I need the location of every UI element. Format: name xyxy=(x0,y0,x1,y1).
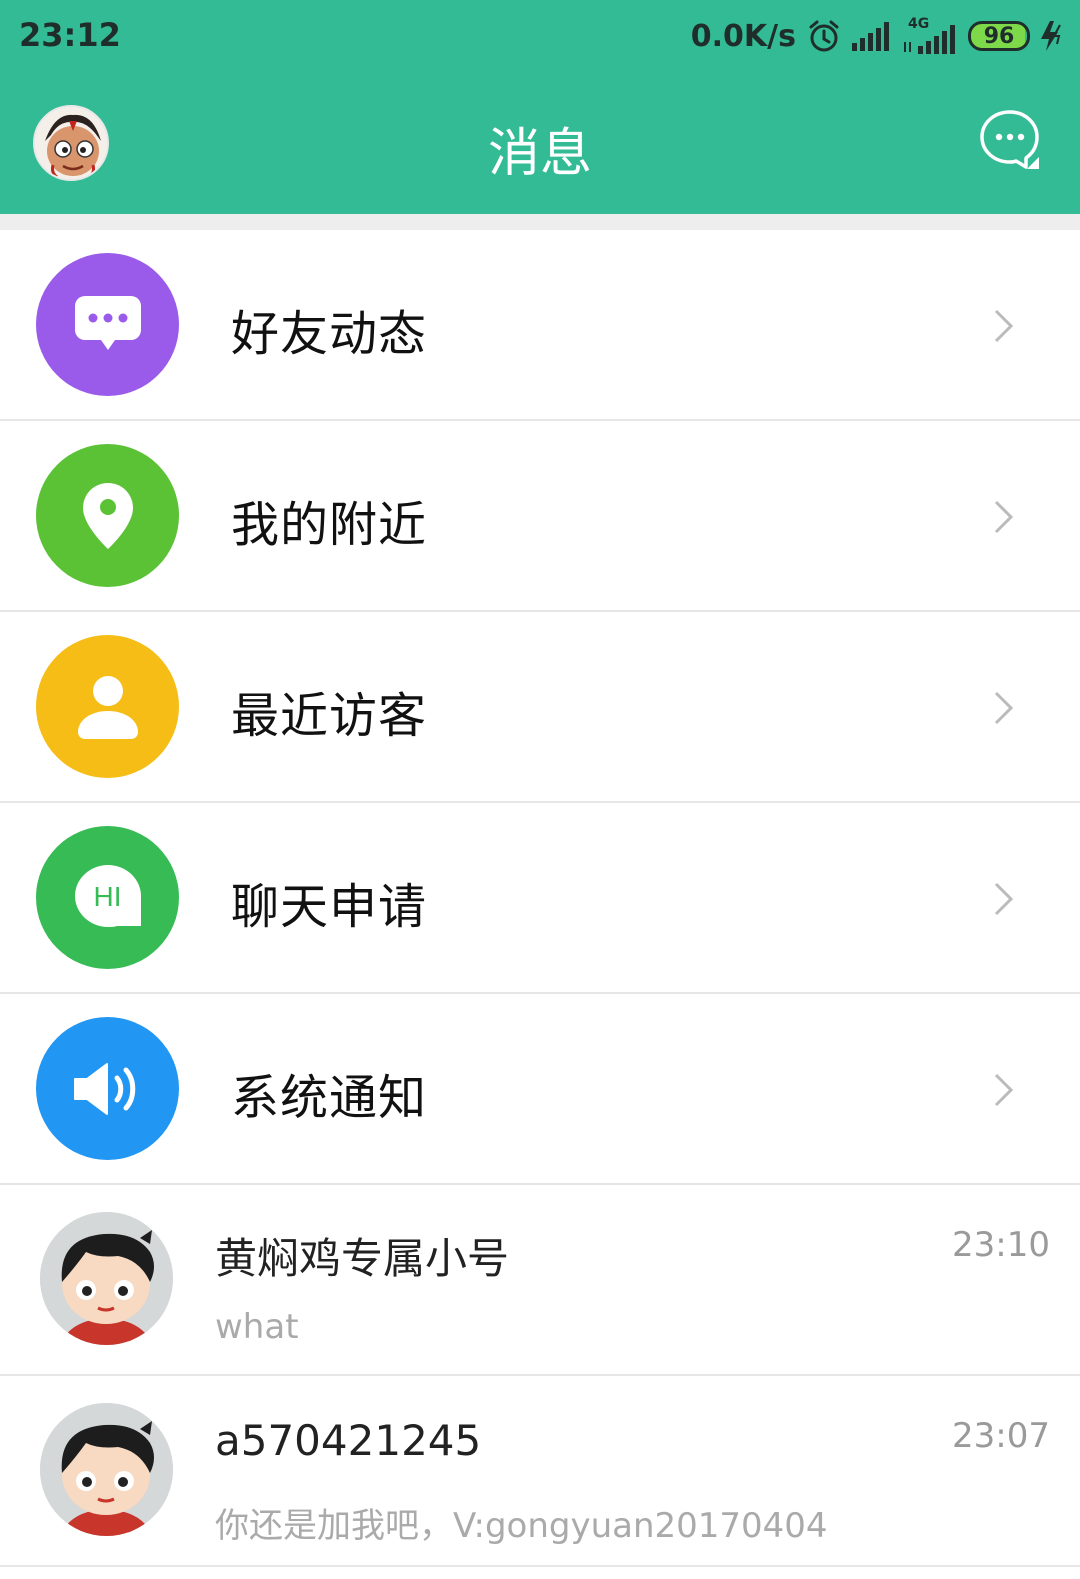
last-message: what xyxy=(215,1307,299,1347)
net-speed: 0.0K/s xyxy=(690,18,796,54)
chevron-right-icon xyxy=(994,500,1014,534)
app-header: 消息 xyxy=(0,74,1080,214)
contact-avatar xyxy=(40,1212,173,1345)
menu-item-friend-feed[interactable]: 好友动态 xyxy=(0,230,1080,421)
hi-bubble-icon: HI xyxy=(36,826,179,969)
charging-icon xyxy=(1041,21,1061,51)
battery-level: 96 xyxy=(983,23,1015,49)
menu-item-nearby[interactable]: 我的附近 xyxy=(0,421,1080,612)
menu-item-system-notice[interactable]: 系统通知 xyxy=(0,994,1080,1185)
page-title: 消息 xyxy=(487,124,592,184)
message-dots-icon xyxy=(36,253,179,396)
menu-item-label: 系统通知 xyxy=(231,1070,428,1126)
location-pin-icon xyxy=(36,444,179,587)
status-bar: 23:12 0.0K/s 4G 96 xyxy=(0,0,1080,74)
conversation-item[interactable]: a570421245 你还是加我吧，V:gongyuan20170404 23:… xyxy=(0,1376,1080,1567)
menu-item-label: 最近访客 xyxy=(231,688,428,744)
contact-avatar xyxy=(40,1403,173,1536)
contact-name: 黄焖鸡专属小号 xyxy=(215,1234,510,1283)
chevron-right-icon xyxy=(994,882,1014,916)
message-time: 23:07 xyxy=(952,1416,1050,1456)
person-icon xyxy=(36,635,179,778)
conversation-item[interactable]: 黄焖鸡专属小号 what 23:10 xyxy=(0,1185,1080,1376)
hi-text: HI xyxy=(93,880,122,912)
status-time: 23:12 xyxy=(19,16,121,54)
chevron-right-icon xyxy=(994,1073,1014,1107)
message-time: 23:10 xyxy=(952,1225,1050,1265)
menu-item-chat-requests[interactable]: HI 聊天申请 xyxy=(0,803,1080,994)
signal-4g-icon: 4G xyxy=(902,16,960,54)
alarm-icon xyxy=(809,20,839,52)
menu-item-label: 我的附近 xyxy=(231,497,428,553)
chevron-right-icon xyxy=(994,309,1014,343)
last-message: 你还是加我吧，V:gongyuan20170404 xyxy=(215,1506,828,1546)
menu-item-label: 聊天申请 xyxy=(231,879,428,935)
menu-item-recent-visitors[interactable]: 最近访客 xyxy=(0,612,1080,803)
status-icons: 0.0K/s 4G 96 xyxy=(691,14,1066,58)
chat-bubble-icon[interactable] xyxy=(977,107,1043,173)
menu-item-label: 好友动态 xyxy=(231,306,428,362)
chevron-right-icon xyxy=(994,691,1014,725)
header-divider xyxy=(0,214,1080,230)
message-list: 好友动态 我的附近 最近访客 HI 聊天申请 系统通知 黄焖鸡专属小号 what… xyxy=(0,230,1080,1567)
contact-name: a570421245 xyxy=(215,1416,482,1465)
battery-icon: 96 xyxy=(968,21,1030,51)
signal-icon xyxy=(852,22,889,51)
speaker-icon xyxy=(36,1017,179,1160)
